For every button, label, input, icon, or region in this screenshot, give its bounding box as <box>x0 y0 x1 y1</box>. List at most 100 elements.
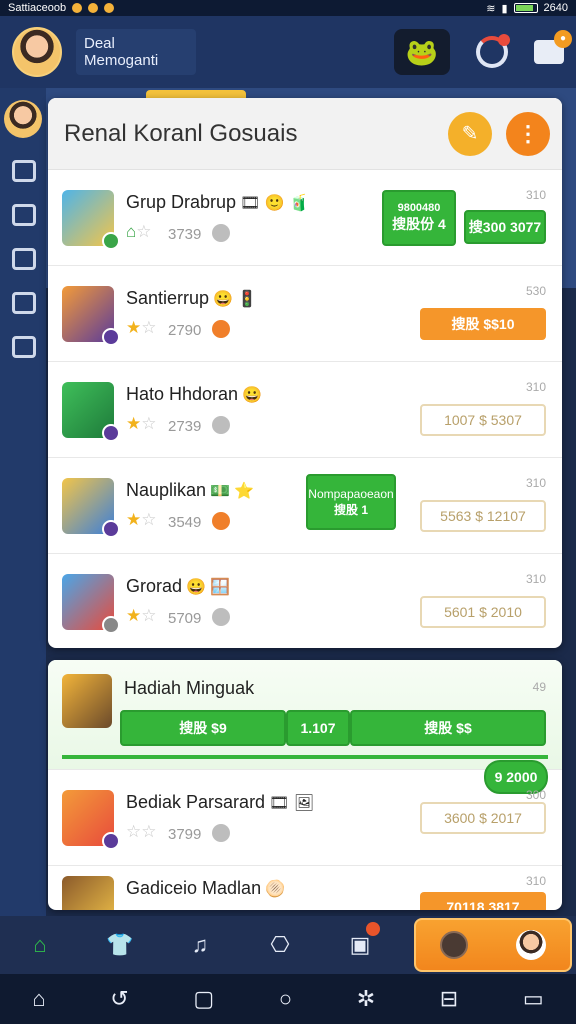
item-emoji: 😀 🪟 <box>186 579 231 596</box>
notification-icon <box>104 3 115 13</box>
item-name: Gadiceio Madlan <box>126 878 262 898</box>
mail-icon[interactable] <box>12 248 36 270</box>
sidebar <box>0 88 46 918</box>
item-thumbnail <box>62 674 112 728</box>
music-icon: ♫ <box>191 932 209 957</box>
action-button[interactable]: 3600 $ 2017 <box>420 802 546 834</box>
star-rating: ☆☆ <box>126 822 157 841</box>
more-button[interactable]: ⋮ <box>506 111 550 156</box>
square-icon[interactable]: ▢ <box>193 986 214 1012</box>
circle-icon[interactable]: ○ <box>279 986 292 1012</box>
cookie-icon <box>440 931 468 959</box>
clock-icon[interactable] <box>12 292 36 314</box>
gift-icon: ▣ <box>350 922 381 958</box>
list-item[interactable]: Hato Hhdoran 😀 ★☆ 2739 310 1007 $ 5307 <box>48 362 562 458</box>
system-nav-bar: ⌂ ↺ ▢ ○ ✲ ⊟ ▭ <box>0 974 576 1024</box>
reward-button[interactable]: 搜股 $$ <box>350 710 546 746</box>
list-item[interactable]: Bediak Parsarard 🎞 🖼 ☆☆ 3799 300 3600 $ 2… <box>48 770 562 866</box>
action-button[interactable]: Nompapaoeaon 搜股 1 <box>306 474 396 530</box>
item-name: Grorad <box>126 576 183 596</box>
history-icon[interactable]: ↺ <box>110 986 128 1012</box>
featured-item[interactable]: Hadiah Minguak 49 搜股 $9 1.107 搜股 $$ 9 20… <box>48 660 562 794</box>
more-icon: ⋮ <box>517 120 539 146</box>
panel-header: Renal Koranl Gosuais ✎ ⋮ <box>48 98 562 170</box>
star-rating: ★☆ <box>126 318 157 337</box>
status-dot <box>212 416 230 434</box>
status-dot <box>212 824 230 842</box>
edit-button[interactable]: ✎ <box>448 111 492 156</box>
star-rating: ★☆ <box>126 414 157 433</box>
list-item[interactable]: Nauplikan 💵 ⭐ ★☆ 3549 310 Nompapaoeaon 搜股… <box>48 458 562 554</box>
item-name: Grup Drabrup <box>126 192 237 212</box>
home-icon: ⌂ <box>33 932 47 957</box>
tab-music[interactable]: ♫ <box>160 916 240 974</box>
list-item[interactable]: Gadiceio Madlan🫓 ★☆ 2009 310 70118 3817 <box>48 856 562 910</box>
notification-icon <box>88 3 99 13</box>
star-rating: ★☆ <box>126 606 157 625</box>
camera-icon: ⎔ <box>270 932 290 957</box>
item-index: 310 <box>525 874 546 888</box>
tab-outfit[interactable]: 👕 <box>80 916 160 974</box>
item-name: Hadiah Minguak <box>124 678 255 698</box>
app-title: Deal Memoganti <box>76 29 196 75</box>
chat-icon[interactable]: ▭ <box>523 986 544 1012</box>
message-badge: ● <box>554 30 572 48</box>
home-icon[interactable]: ⌂ <box>32 986 45 1012</box>
action-button[interactable]: 1007 $ 5307 <box>420 404 546 436</box>
rental-panel: Renal Koranl Gosuais ✎ ⋮ Grup Drabrup 🎞 🙂… <box>48 98 562 648</box>
alert-badge <box>498 34 510 46</box>
item-index: 310 <box>525 380 546 394</box>
item-name: Santierrup <box>126 288 210 308</box>
item-thumbnail <box>62 478 120 538</box>
action-button[interactable]: 搜股 $$10 <box>420 308 546 340</box>
list-item[interactable]: Grorad 😀 🪟 ★☆ 5709 310 5601 $ 2010 <box>48 554 562 648</box>
item-name: Nauplikan <box>126 480 207 500</box>
mascot-icon: 🐸 <box>405 36 439 67</box>
item-name: Bediak Parsarard <box>126 792 266 812</box>
status-dot <box>212 224 230 242</box>
mascot-button[interactable]: 🐸 <box>394 29 450 75</box>
monitor-icon[interactable] <box>12 160 36 182</box>
action-button[interactable]: 70118 3817 <box>420 892 546 910</box>
gauge-icon[interactable] <box>476 34 510 68</box>
profile-avatar[interactable] <box>12 27 62 77</box>
panel-title: Renal Koranl Gosuais <box>64 119 298 147</box>
list-item[interactable]: Grup Drabrup 🎞 🙂 🧃 ⌂☆ 3739 310 9800480 搜股… <box>48 170 562 266</box>
reward-button[interactable]: 1.107 <box>286 710 350 746</box>
profile-shortcut-button[interactable] <box>414 918 572 972</box>
puzzle-icon[interactable]: ✲ <box>357 986 375 1012</box>
share-icon[interactable] <box>12 336 36 358</box>
item-index: 530 <box>525 284 546 298</box>
action-button[interactable]: 5601 $ 2010 <box>420 596 546 628</box>
message-icon[interactable]: ● <box>534 30 572 64</box>
action-button[interactable]: 搜300 3077 <box>464 210 546 244</box>
item-thumbnail <box>62 790 120 850</box>
action-button[interactable]: 5563 $ 12107 <box>420 500 546 532</box>
tab-camera[interactable]: ⎔ <box>240 916 320 974</box>
sidebar-avatar[interactable] <box>4 100 42 138</box>
tab-gifts[interactable]: ▣ <box>320 916 400 974</box>
action-button[interactable]: 9800480 搜股份 4 <box>382 190 456 246</box>
item-rating: 2790 <box>168 322 202 339</box>
pencil-icon: ✎ <box>461 123 479 145</box>
item-rating: 3549 <box>168 514 202 531</box>
reward-progress <box>62 755 548 759</box>
list-item[interactable]: Santierrup 😀 🚦 ★☆ 2790 530 搜股 $$10 <box>48 266 562 362</box>
item-name: Hato Hhdoran <box>126 384 239 404</box>
item-emoji: 💵 ⭐ <box>210 483 255 500</box>
item-thumbnail <box>62 876 114 910</box>
shirt-icon: 👕 <box>106 932 134 957</box>
minus-box-icon[interactable]: ⊟ <box>440 986 458 1012</box>
item-rating: 5709 <box>168 610 202 627</box>
item-emoji: 🎞 🙂 🧃 <box>240 195 310 212</box>
emoji-icon[interactable] <box>12 204 36 226</box>
status-time: 2640 <box>543 2 568 14</box>
app-header: Deal Memoganti 🐸 ● <box>0 16 576 88</box>
battery-icon <box>513 3 538 13</box>
tab-home[interactable]: ⌂ <box>0 916 80 974</box>
item-thumbnail <box>62 574 120 634</box>
bottom-tab-bar: ⌂ 👕 ♫ ⎔ ▣ <box>0 916 576 974</box>
reward-button[interactable]: 搜股 $9 <box>120 710 286 746</box>
item-thumbnail <box>62 286 120 346</box>
item-emoji: 🫓 <box>265 881 286 898</box>
